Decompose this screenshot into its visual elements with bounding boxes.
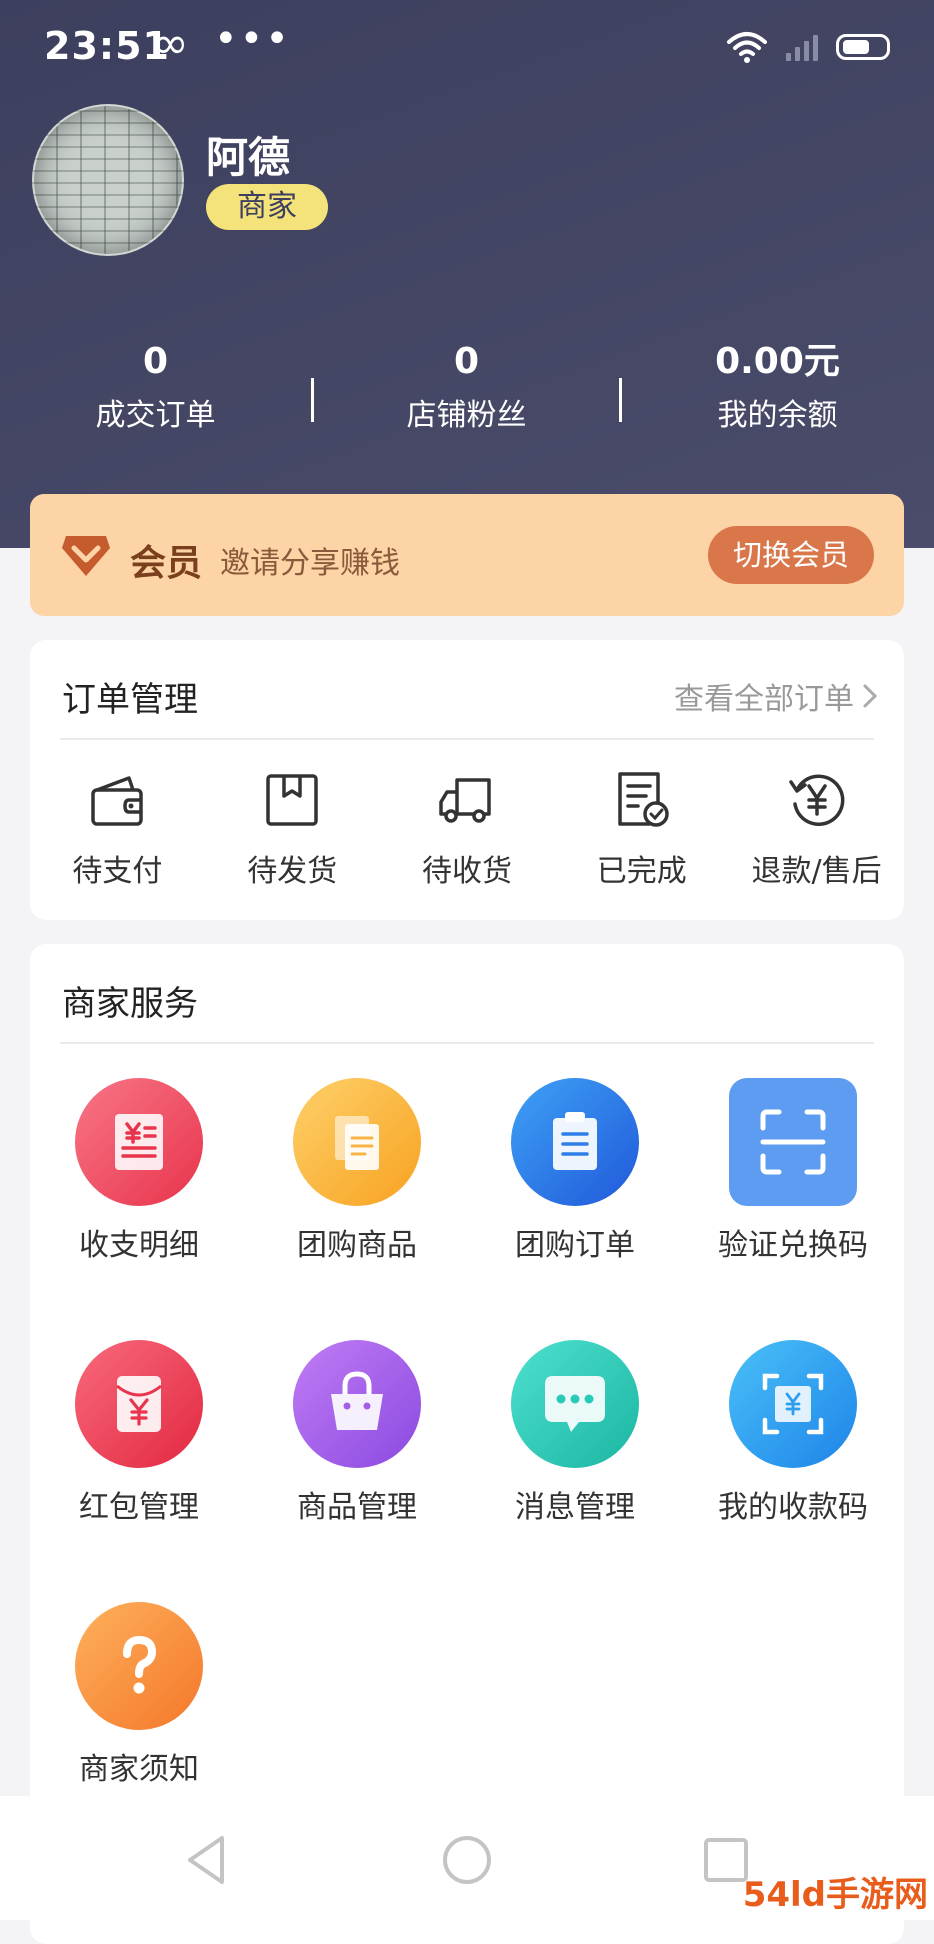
service-label: 商品管理 (297, 1490, 417, 1525)
stat-fans[interactable]: 0 店铺粉丝 (311, 338, 622, 438)
home-circle-icon[interactable] (437, 1830, 497, 1890)
order-label: 待支付 (72, 854, 163, 889)
service-label: 消息管理 (515, 1490, 635, 1525)
status-indicators (726, 30, 890, 64)
documents-icon (293, 1078, 421, 1206)
stat-balance[interactable]: 0.00元 我的余额 (622, 338, 933, 438)
view-all-label: 查看全部订单 (674, 682, 854, 717)
service-red-envelope[interactable]: 红包管理 (30, 1340, 248, 1526)
divider (60, 738, 874, 740)
stat-label: 店铺粉丝 (406, 398, 527, 433)
order-status-row: 待支付 待发货 待收货 已完成 退款/售后 (30, 768, 904, 890)
divider (60, 1042, 874, 1044)
order-label: 待收货 (421, 854, 512, 889)
view-all-orders-link[interactable]: 查看全部订单 (674, 674, 878, 718)
order-label: 退款/售后 (751, 854, 882, 889)
back-triangle-icon[interactable] (178, 1830, 238, 1890)
service-message-management[interactable]: 消息管理 (466, 1340, 684, 1526)
battery-icon (836, 34, 890, 60)
profile-header: 23:51 ∞ ••• 阿德 商家 0 成交订单 0 店铺粉丝 0.00元 我的… (0, 0, 934, 548)
wallet-icon (91, 776, 144, 826)
message-icon (511, 1340, 639, 1468)
order-item-pending-shipment[interactable]: 待发货 (205, 768, 380, 890)
member-title: 会员 (130, 543, 203, 584)
clipboard-icon (511, 1078, 639, 1206)
member-card[interactable]: 会员 邀请分享赚钱 切换会员 (30, 494, 904, 616)
order-item-completed[interactable]: 已完成 (554, 768, 729, 890)
service-goods-management[interactable]: 商品管理 (248, 1340, 466, 1526)
order-label: 已完成 (596, 854, 687, 889)
status-bar: 23:51 ∞ ••• (0, 0, 934, 100)
service-label: 红包管理 (79, 1490, 199, 1525)
scan-icon (729, 1078, 857, 1206)
stat-value: 0.00元 (715, 341, 840, 382)
avatar[interactable] (32, 104, 184, 256)
service-label: 验证兑换码 (718, 1228, 868, 1263)
truck-icon (439, 778, 491, 823)
system-nav-bar: 54ld手游网 (0, 1796, 934, 1920)
stat-value: 0 (142, 341, 169, 382)
receipt-icon (75, 1078, 203, 1206)
merchant-services-card: 商家服务 收支明细 团购商品 团购订单 验证兑换码 红包管理 商品管理 消息管理… (30, 944, 904, 1944)
more-dots-icon: ••• (214, 16, 291, 62)
completed-doc-icon (618, 772, 669, 827)
watermark-text: 54ld手游网 (742, 1875, 928, 1915)
order-item-pending-receipt[interactable]: 待收货 (380, 768, 555, 890)
role-badge: 商家 (206, 184, 328, 230)
switch-member-button[interactable]: 切换会员 (708, 526, 874, 584)
diamond-icon (62, 536, 110, 576)
section-title: 订单管理 (62, 680, 198, 720)
stat-label: 成交订单 (95, 398, 216, 433)
wifi-icon (727, 32, 767, 63)
user-name: 阿德 (206, 133, 291, 182)
payment-qr-icon (729, 1340, 857, 1468)
order-item-pending-payment[interactable]: 待支付 (30, 768, 205, 890)
order-item-refund[interactable]: 退款/售后 (729, 768, 904, 890)
service-label: 团购商品 (297, 1228, 417, 1263)
stats-row: 0 成交订单 0 店铺粉丝 0.00元 我的余额 (0, 338, 934, 438)
refund-icon (788, 774, 845, 826)
service-group-orders[interactable]: 团购订单 (466, 1078, 684, 1264)
service-label: 商家须知 (79, 1752, 199, 1787)
service-merchant-notice[interactable]: 商家须知 (30, 1602, 248, 1788)
stat-label: 我的余额 (717, 398, 838, 433)
stat-divider (311, 378, 314, 422)
signal-icon (786, 33, 818, 61)
infinity-icon: ∞ (152, 18, 189, 69)
chevron-right-icon (863, 684, 878, 708)
member-desc: 邀请分享赚钱 (220, 546, 400, 581)
service-group-goods[interactable]: 团购商品 (248, 1078, 466, 1264)
service-label: 团购订单 (515, 1228, 635, 1263)
stat-orders[interactable]: 0 成交订单 (0, 338, 311, 438)
section-title: 商家服务 (62, 984, 198, 1024)
service-income-expense[interactable]: 收支明细 (30, 1078, 248, 1264)
service-verify-code[interactable]: 验证兑换码 (684, 1078, 902, 1264)
order-management-card: 订单管理 查看全部订单 待支付 待发货 待收货 已完成 退款/售后 (30, 640, 904, 920)
order-label: 待发货 (247, 854, 338, 889)
red-envelope-icon (75, 1340, 203, 1468)
service-label: 收支明细 (79, 1228, 199, 1263)
service-payment-code[interactable]: 我的收款码 (684, 1340, 902, 1526)
package-icon (266, 774, 318, 826)
question-icon (75, 1602, 203, 1730)
shopping-bag-icon (293, 1340, 421, 1468)
service-label: 我的收款码 (718, 1490, 868, 1525)
stat-value: 0 (453, 341, 480, 382)
